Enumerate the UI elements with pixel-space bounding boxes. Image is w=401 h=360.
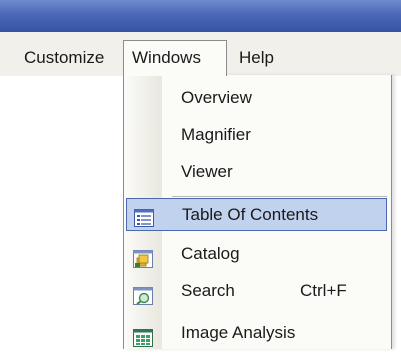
menu-item-overview[interactable]: Overview xyxy=(124,80,391,116)
menu-windows[interactable]: Windows xyxy=(123,40,227,76)
menu-item-label: Catalog xyxy=(181,244,240,263)
search-window-icon xyxy=(133,282,153,305)
menu-item-image-analysis[interactable]: Image Analysis xyxy=(124,315,391,351)
menu-item-label: Overview xyxy=(181,88,252,107)
windows-dropdown-menu: Overview Magnifier Viewer Table Of Conte… xyxy=(123,75,392,349)
menu-help[interactable]: Help xyxy=(231,42,291,73)
menu-item-label: Image Analysis xyxy=(181,323,296,342)
menu-item-label: Table Of Contents xyxy=(182,205,319,224)
menu-item-search[interactable]: Search Ctrl+F xyxy=(124,273,391,309)
window-titlebar xyxy=(0,0,401,32)
menu-item-shortcut: Ctrl+F xyxy=(300,281,347,300)
table-of-contents-icon xyxy=(134,206,154,227)
menu-item-catalog[interactable]: Catalog xyxy=(124,236,391,272)
menu-customize[interactable]: Customize xyxy=(16,42,122,73)
menu-item-label: Search xyxy=(181,281,235,300)
menu-item-viewer[interactable]: Viewer xyxy=(124,154,391,190)
menu-separator xyxy=(172,196,387,197)
menu-item-magnifier[interactable]: Magnifier xyxy=(124,117,391,153)
menu-bar: Customize Windows Help xyxy=(0,32,401,76)
menu-item-label: Magnifier xyxy=(181,125,251,144)
menu-item-label: Viewer xyxy=(181,162,233,181)
menu-item-table-of-contents[interactable]: Table Of Contents xyxy=(126,198,387,231)
image-analysis-icon xyxy=(133,324,153,347)
catalog-icon xyxy=(133,245,153,268)
